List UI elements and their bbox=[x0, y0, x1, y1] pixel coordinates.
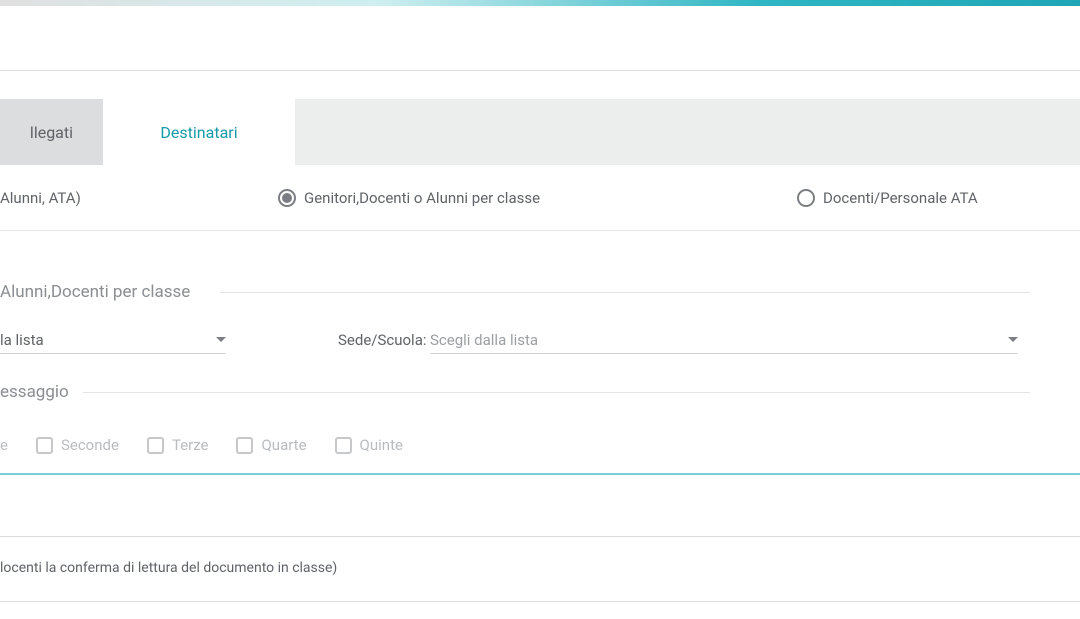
radio-per-classe-label: Genitori,Docenti o Alunni per classe bbox=[304, 189, 540, 207]
divider bbox=[0, 70, 1080, 71]
classes-legend: essaggio bbox=[0, 382, 83, 402]
checkbox-seconde[interactable]: Seconde bbox=[36, 436, 119, 454]
radio-all-label: Alunni, ATA) bbox=[0, 189, 81, 207]
checkbox-icon bbox=[236, 437, 253, 454]
divider bbox=[220, 292, 1030, 293]
radio-on-icon bbox=[278, 189, 296, 207]
tab-allegati[interactable]: llegati bbox=[0, 99, 103, 165]
tab-destinatari[interactable]: Destinatari bbox=[103, 99, 295, 165]
classes-fieldset: essaggio e Seconde Terze Quarte Quinte bbox=[0, 392, 1030, 472]
divider bbox=[75, 392, 1030, 393]
checkbox-icon bbox=[147, 437, 164, 454]
sede-label: Sede/Scuola: bbox=[338, 331, 426, 349]
divider bbox=[0, 536, 1080, 537]
recipient-type-radio-group: Alunni, ATA) Genitori,Docenti o Alunni p… bbox=[0, 165, 1080, 231]
tab-destinatari-label: Destinatari bbox=[160, 123, 237, 142]
checkbox-quinte[interactable]: Quinte bbox=[335, 436, 403, 454]
checkbox-prime[interactable]: e bbox=[0, 436, 8, 454]
checkbox-terze[interactable]: Terze bbox=[147, 436, 209, 454]
filter-legend: Alunni,Docenti per classe bbox=[0, 282, 204, 302]
sede-placeholder: Scegli dalla lista bbox=[430, 331, 1000, 349]
sede-select[interactable]: Scegli dalla lista bbox=[430, 326, 1018, 354]
tab-strip: llegati Destinatari bbox=[0, 99, 1080, 165]
grade-checkbox-row: e Seconde Terze Quarte Quinte bbox=[0, 436, 403, 454]
checkbox-seconde-label: Seconde bbox=[61, 436, 119, 454]
radio-all[interactable]: Alunni, ATA) bbox=[0, 189, 81, 207]
checkbox-quinte-label: Quinte bbox=[360, 436, 403, 454]
reading-confirmation-text: locenti la conferma di lettura del docum… bbox=[0, 560, 337, 576]
radio-off-icon bbox=[797, 189, 815, 207]
tab-allegati-label: llegati bbox=[30, 123, 73, 142]
top-gradient-bar bbox=[0, 0, 1080, 6]
divider bbox=[0, 601, 1080, 602]
checkbox-quarte[interactable]: Quarte bbox=[236, 436, 306, 454]
checkbox-prime-label: e bbox=[0, 436, 8, 454]
chevron-down-icon bbox=[216, 337, 226, 342]
filter-type-select[interactable]: la lista bbox=[0, 326, 226, 354]
radio-per-classe[interactable]: Genitori,Docenti o Alunni per classe bbox=[278, 189, 540, 207]
divider-accent bbox=[0, 473, 1080, 475]
radio-docenti-ata-label: Docenti/Personale ATA bbox=[823, 189, 978, 207]
checkbox-icon bbox=[335, 437, 352, 454]
filter-type-value: la lista bbox=[0, 331, 208, 349]
filter-row: la lista Sede/Scuola: Scegli dalla lista bbox=[0, 326, 1030, 354]
radio-docenti-ata[interactable]: Docenti/Personale ATA bbox=[797, 189, 978, 207]
checkbox-icon bbox=[36, 437, 53, 454]
filter-fieldset: Alunni,Docenti per classe la lista Sede/… bbox=[0, 292, 1030, 358]
chevron-down-icon bbox=[1008, 337, 1018, 342]
checkbox-terze-label: Terze bbox=[172, 436, 209, 454]
checkbox-quarte-label: Quarte bbox=[261, 436, 306, 454]
